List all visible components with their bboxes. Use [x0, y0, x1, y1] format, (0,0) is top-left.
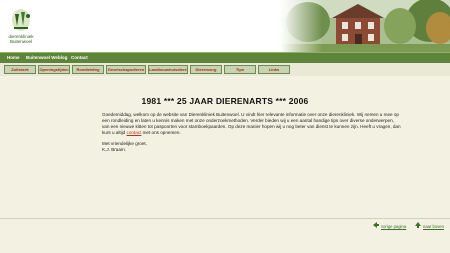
logo-text: dierenkliniek Buitenwoel	[4, 34, 38, 44]
nav-contact[interactable]: Contact	[71, 54, 88, 62]
signature: Met vriendelijke groet, K.J. Braam.	[102, 141, 302, 153]
footer-divider	[0, 218, 450, 219]
tab-landbouwhuisdieren[interactable]: Landbouwhuisdieren	[148, 65, 188, 74]
logo-line-2: Buitenwoel	[9, 39, 32, 44]
tab-openingstijden[interactable]: Openingstijden	[38, 65, 70, 74]
tab-zuilstoek[interactable]: Zuilstoek	[4, 65, 36, 74]
intro-text-end: met ons opnemen.	[141, 129, 181, 135]
up-arrow-icon[interactable]	[414, 221, 422, 229]
back-arrow-icon[interactable]	[372, 221, 380, 229]
back-to-top-link[interactable]: naar boven	[423, 224, 444, 230]
tab-gezelschapsdieren[interactable]: Gezelschapsdieren	[106, 65, 146, 74]
header: dierenkliniek Buitenwoel	[0, 0, 450, 52]
page-title: 1981 *** 25 JAAR DIERENARTS *** 2006	[141, 96, 309, 106]
tab-tips[interactable]: Tips	[224, 65, 256, 74]
signature-name: K.J. Braam.	[102, 146, 126, 152]
contact-link[interactable]: contact	[127, 130, 142, 135]
tab-rondleiding[interactable]: Rondleiding	[72, 65, 104, 74]
section-tabs: Zuilstoek Openingstijden Rondleiding Gez…	[0, 63, 450, 76]
nav-home[interactable]: Home	[7, 54, 20, 62]
clinic-logo-icon	[12, 9, 30, 31]
clinic-building-photo	[280, 0, 450, 52]
intro-paragraph: Goedemiddag, welkom op de website van Di…	[102, 112, 402, 136]
nav-weblog[interactable]: Buitenwoel Weblog	[26, 54, 67, 62]
logo[interactable]: dierenkliniek Buitenwoel	[4, 6, 38, 48]
tab-links[interactable]: Links	[258, 65, 290, 74]
previous-page-link[interactable]: vorige pagina	[381, 224, 406, 230]
tab-dierenzorg[interactable]: Dierenzorg	[190, 65, 222, 74]
